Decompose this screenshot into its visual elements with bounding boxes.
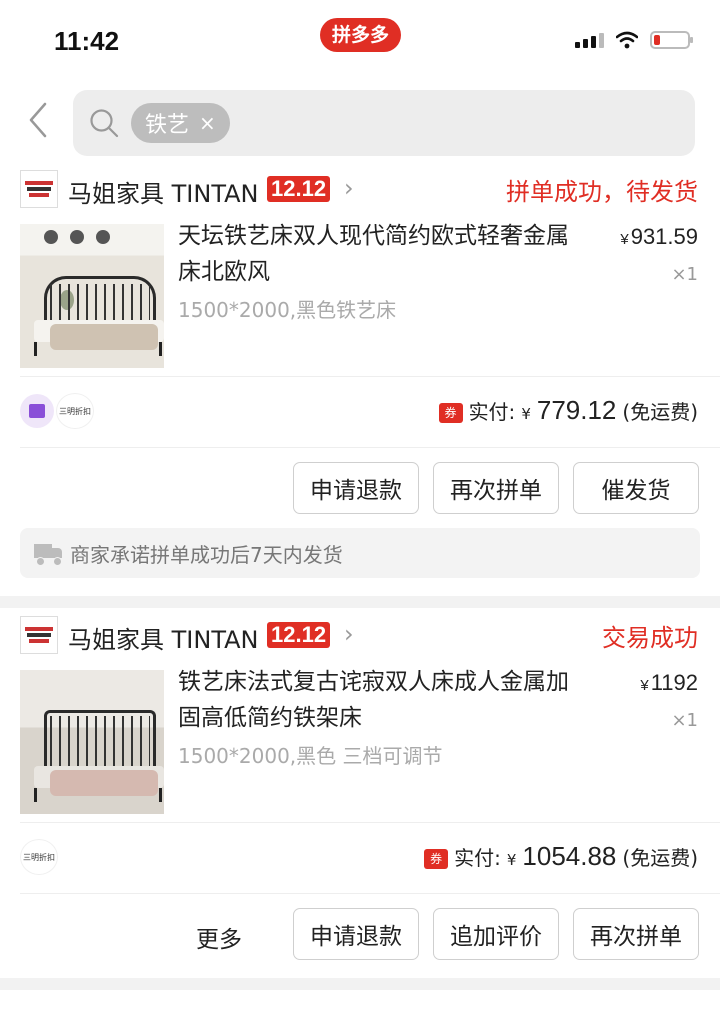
payment-summary: 券 实付: ¥1054.88 (免运费): [424, 841, 698, 872]
product-quantity: ×1: [671, 710, 698, 731]
chevron-right-icon[interactable]: ›: [344, 174, 354, 202]
back-arrow-icon: [29, 102, 47, 138]
product-price: ¥1192: [640, 670, 698, 695]
shirt-icon: [20, 394, 54, 428]
status-icons: [575, 31, 693, 49]
product-item[interactable]: 天坛铁艺床双人现代简约欧式轻奢金属床北欧风 1500*2000,黑色铁艺床 ¥9…: [0, 218, 720, 376]
payment-row: 三明折扣 券 实付: ¥1054.88 (免运费): [0, 823, 720, 893]
promo-icons: 三明折扣: [20, 839, 58, 875]
battery-low-icon: [650, 31, 693, 49]
add-review-button[interactable]: 追加评价: [433, 908, 559, 960]
pay-label: 实付:: [468, 400, 516, 424]
shop-name[interactable]: 马姐家具 TINTAN: [68, 174, 259, 209]
order-actions: 申请退款 再次拼单 催发货: [0, 448, 720, 528]
urge-ship-button[interactable]: 催发货: [573, 462, 699, 514]
product-item[interactable]: 铁艺床法式复古诧寂双人床成人金属加固高低简约铁架床 1500*2000,黑色 三…: [0, 664, 720, 822]
chip-close-icon[interactable]: ×: [199, 111, 216, 135]
coupon-icon: 券: [438, 403, 463, 423]
wifi-icon: [616, 31, 638, 49]
payment-summary: 券 实付: ¥779.12 (免运费): [438, 395, 698, 426]
regroup-button[interactable]: 再次拼单: [433, 462, 559, 514]
product-title[interactable]: 铁艺床法式复古诧寂双人床成人金属加固高低简约铁架床: [178, 664, 588, 736]
shipping-notice: 商家承诺拼单成功后7天内发货: [20, 528, 700, 578]
section-gap: [0, 596, 720, 608]
order-card[interactable]: 马姐家具 TINTAN 12.12 › 交易成功 铁艺床法式复古诧寂双人床成人金…: [0, 608, 720, 978]
product-price: ¥931.59: [620, 224, 698, 249]
more-button[interactable]: 更多: [196, 920, 242, 954]
shop-name[interactable]: 马姐家具 TINTAN: [68, 620, 259, 655]
order-header: 马姐家具 TINTAN 12.12 › 拼单成功，待发货: [0, 162, 720, 218]
search-input[interactable]: 铁艺 ×: [73, 90, 695, 156]
back-button[interactable]: [20, 98, 56, 142]
product-image[interactable]: [20, 224, 164, 368]
shipping-info: (免运费): [622, 846, 698, 870]
search-keyword-chip[interactable]: 铁艺 ×: [131, 103, 230, 143]
section-gap: [0, 978, 720, 990]
promo-tag: 12.12: [267, 176, 331, 202]
chevron-right-icon[interactable]: ›: [344, 620, 354, 648]
order-card[interactable]: 马姐家具 TINTAN 12.12 › 拼单成功，待发货 天坛铁艺床双人现代简约…: [0, 162, 720, 596]
order-header: 马姐家具 TINTAN 12.12 › 交易成功: [0, 608, 720, 664]
coupon-icon: 券: [424, 849, 449, 869]
pay-label: 实付:: [454, 846, 501, 870]
order-status: 拼单成功，待发货: [506, 178, 698, 206]
pay-currency: ¥: [506, 851, 517, 869]
search-icon: [90, 109, 119, 138]
product-spec: 1500*2000,黑色铁艺床: [178, 298, 397, 322]
discount-badge: 三明折扣: [20, 839, 58, 875]
refund-button[interactable]: 申请退款: [293, 462, 419, 514]
pay-currency: ¥: [521, 405, 531, 423]
pay-amount: 1054.88: [522, 841, 617, 871]
shop-logo[interactable]: [20, 616, 58, 654]
payment-row: 三明折扣 券 实付: ¥779.12 (免运费): [0, 377, 720, 447]
shipping-notice-text: 商家承诺拼单成功后7天内发货: [70, 542, 343, 567]
promo-tag: 12.12: [267, 622, 331, 648]
product-title[interactable]: 天坛铁艺床双人现代简约欧式轻奢金属床北欧风: [178, 218, 588, 290]
clock: 11:42: [54, 26, 120, 56]
pay-amount: 779.12: [536, 395, 617, 425]
status-bar: 11:42 拼多多: [0, 0, 720, 82]
product-quantity: ×1: [671, 264, 698, 285]
regroup-button[interactable]: 再次拼单: [573, 908, 699, 960]
search-header: 铁艺 ×: [0, 82, 720, 162]
app-badge: 拼多多: [320, 18, 402, 52]
shipping-info: (免运费): [622, 400, 698, 424]
search-keyword-label: 铁艺: [145, 113, 190, 138]
signal-icon: [575, 32, 604, 48]
product-image[interactable]: [20, 670, 164, 814]
promo-icons: 三明折扣: [20, 393, 94, 429]
order-status: 交易成功: [602, 624, 698, 652]
product-spec: 1500*2000,黑色 三档可调节: [178, 744, 443, 768]
order-actions: 更多 申请退款 追加评价 再次拼单: [0, 894, 720, 974]
discount-badge: 三明折扣: [56, 393, 94, 429]
shop-logo[interactable]: [20, 170, 58, 208]
refund-button[interactable]: 申请退款: [293, 908, 419, 960]
truck-icon: [34, 544, 64, 566]
